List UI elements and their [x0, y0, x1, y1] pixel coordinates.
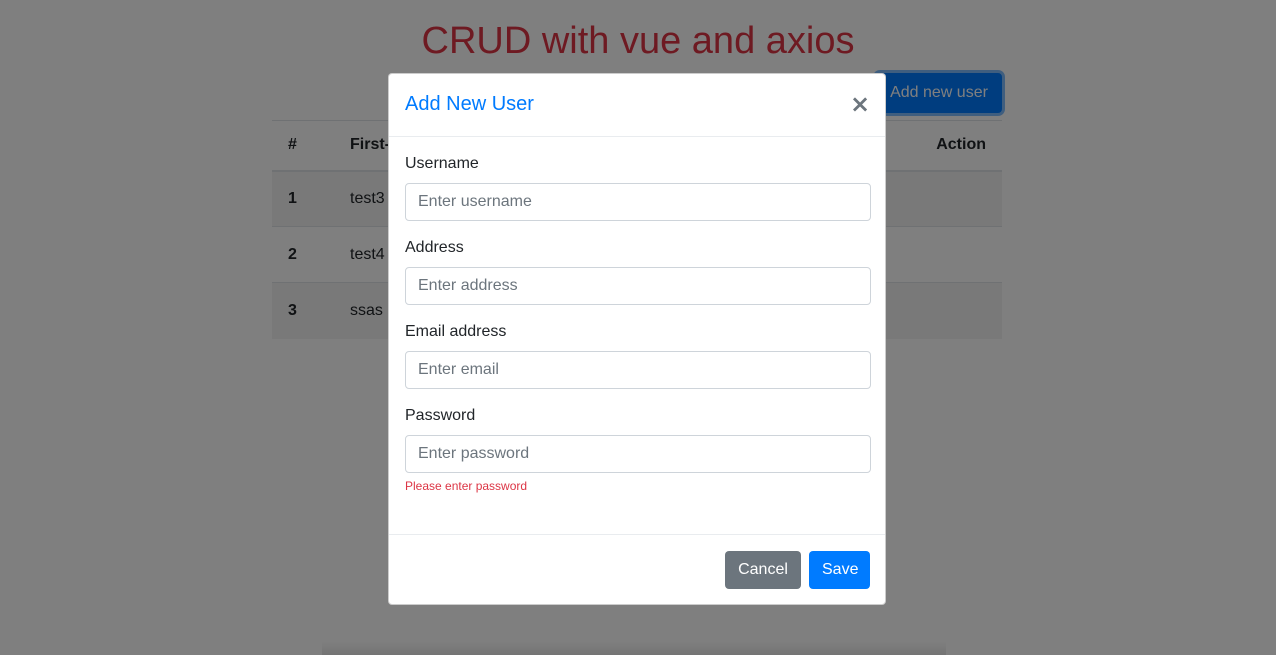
password-group: Password Please enter password — [405, 407, 871, 493]
add-user-modal: Add New User × Username Address Email ad… — [388, 73, 886, 605]
close-icon[interactable]: × — [849, 92, 871, 116]
email-input[interactable] — [405, 351, 871, 389]
modal-footer: Cancel Save — [389, 534, 885, 604]
username-input[interactable] — [405, 183, 871, 221]
modal-header: Add New User × — [389, 74, 885, 137]
cancel-button[interactable]: Cancel — [725, 551, 801, 589]
email-group: Email address — [405, 323, 871, 389]
address-input[interactable] — [405, 267, 871, 305]
username-group: Username — [405, 155, 871, 221]
modal-body: Username Address Email address Password … — [389, 137, 885, 535]
save-button[interactable]: Save — [809, 551, 870, 589]
username-label: Username — [405, 155, 479, 172]
password-label: Password — [405, 407, 476, 424]
address-group: Address — [405, 239, 871, 305]
password-input[interactable] — [405, 435, 871, 473]
email-label: Email address — [405, 323, 507, 340]
address-label: Address — [405, 239, 464, 256]
modal-title: Add New User — [405, 93, 534, 115]
password-error-message: Please enter password — [405, 479, 528, 493]
